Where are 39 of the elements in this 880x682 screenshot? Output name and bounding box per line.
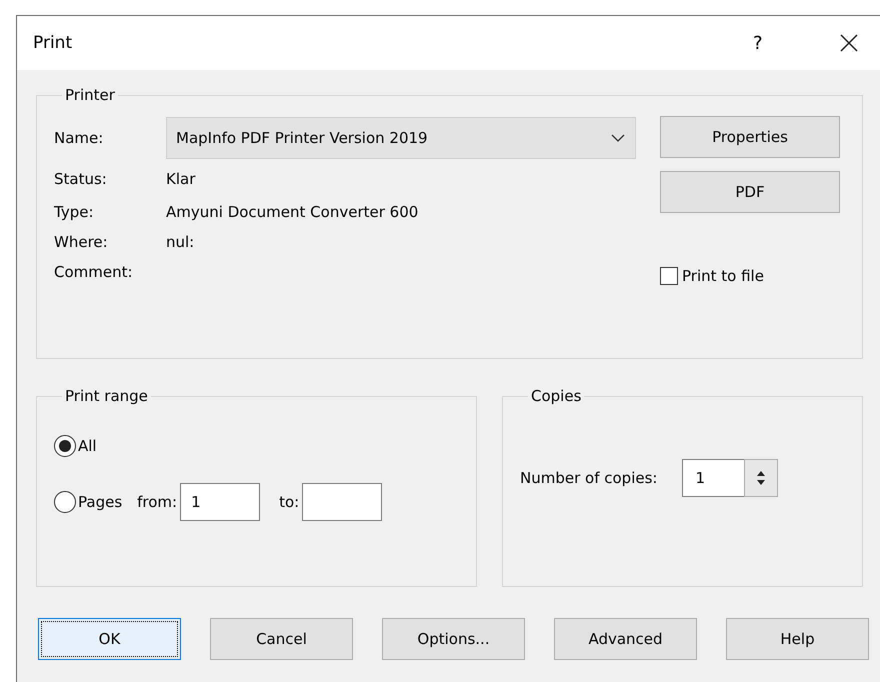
field-value: nul: [166, 233, 194, 251]
dialog-button[interactable]: Cancel [210, 618, 353, 660]
dialog-button[interactable]: Options... [382, 618, 525, 660]
field-value: Klar [166, 170, 196, 188]
checkbox-label: Print to file [682, 267, 764, 285]
field-label: Comment: [54, 263, 134, 281]
radio-option[interactable]: All [54, 435, 97, 457]
from-page-field[interactable]: 1 [180, 483, 260, 521]
chevron-down-icon [611, 134, 625, 142]
radio-button[interactable] [54, 435, 76, 457]
print-to-file-checkbox[interactable]: Print to file [660, 267, 840, 285]
field-label: Number of copies: [520, 469, 658, 487]
printer-name-dropdown[interactable]: MapInfo PDF Printer Version 2019 [166, 117, 636, 159]
to-page-field[interactable] [302, 483, 382, 521]
field-value: Amyuni Document Converter 600 [166, 203, 418, 221]
radio-label: Pages [78, 493, 122, 511]
window-title: Print [33, 33, 74, 53]
dialog-button[interactable]: OK [38, 618, 181, 660]
checkbox[interactable] [660, 267, 678, 285]
help-button[interactable]: ? [753, 32, 783, 54]
group-title: Print range [64, 387, 149, 405]
radio-label: All [78, 437, 97, 455]
radio-button[interactable] [54, 491, 76, 513]
radio-option[interactable]: Pages [54, 491, 122, 513]
dialog-button[interactable]: Help [726, 618, 869, 660]
dialog-button[interactable]: Advanced [554, 618, 697, 660]
copies-field[interactable]: 1 [682, 459, 744, 497]
properties-button[interactable]: Properties [660, 116, 840, 158]
group-title: Copies [530, 387, 582, 405]
close-icon [840, 34, 858, 52]
field-label: from: [137, 493, 178, 511]
field-label: Where: [54, 233, 109, 251]
field-label: Status: [54, 170, 108, 188]
spin-buttons[interactable] [744, 459, 778, 497]
pdf-button[interactable]: PDF [660, 171, 840, 213]
field-label: Type: [54, 203, 95, 221]
field-label: to: [279, 493, 300, 511]
field-label: Name: [54, 129, 104, 147]
group-title: Printer [64, 86, 116, 104]
